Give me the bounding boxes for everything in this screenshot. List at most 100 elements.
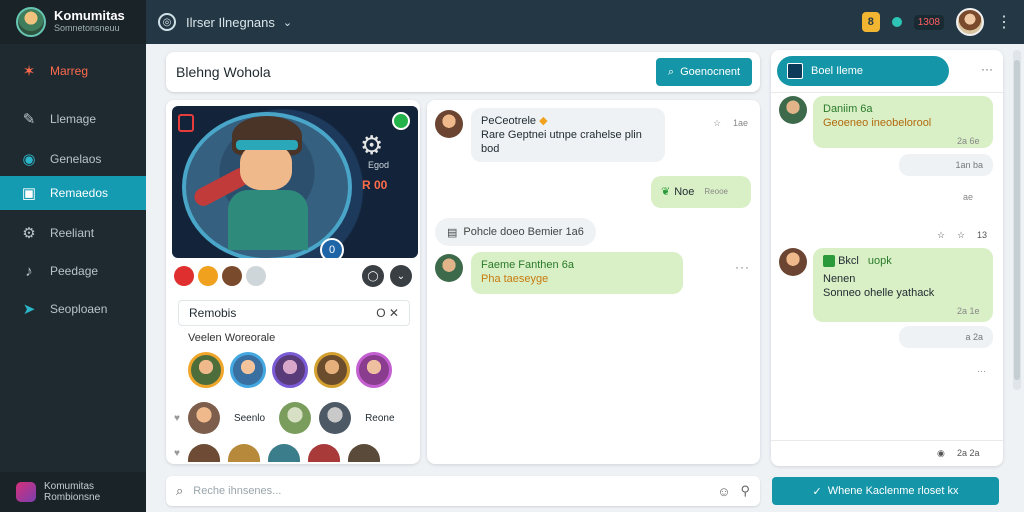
sidebar-item-llemage[interactable]: ✎ Llemage xyxy=(0,102,146,136)
dragon-icon: ✶ xyxy=(22,63,36,80)
more-vertical-icon[interactable]: ⋮ xyxy=(996,12,1012,32)
sidebar-footer[interactable]: Komumitas Rombionsne xyxy=(0,472,146,512)
document-icon: ▤ xyxy=(447,226,458,239)
message-text: Rare Geptnei utnpe crahelse plin bod xyxy=(481,129,642,155)
hero-stat: R 00 xyxy=(362,178,388,192)
online-status-icon xyxy=(392,112,410,130)
member-chip[interactable]: Seenlo xyxy=(227,408,272,428)
member-chip[interactable]: Reone xyxy=(359,408,401,428)
member-avatar[interactable] xyxy=(314,352,350,388)
notification-badge[interactable]: 8 xyxy=(861,12,880,32)
chevron-down-icon[interactable]: ⌄ xyxy=(283,16,292,29)
gear-icon[interactable]: ⚙ xyxy=(360,130,383,161)
fire-reaction-icon[interactable] xyxy=(174,266,194,286)
scrollbar-thumb[interactable] xyxy=(1014,60,1020,380)
member-avatar[interactable] xyxy=(347,444,380,462)
sidebar-item-marreg[interactable]: ✶ Marreg xyxy=(0,54,146,88)
send-icon: ➤ xyxy=(22,301,36,318)
heart-icon[interactable]: ♥ xyxy=(174,448,180,459)
message-text: Geoeneo ineobelorool xyxy=(823,117,932,129)
thread-message-self[interactable]: 1an ba xyxy=(899,154,993,176)
sidebar-item-genelaos[interactable]: ◉ Genelaos xyxy=(0,142,146,176)
more-horizontal-icon[interactable]: ··· xyxy=(981,62,993,76)
chat-message[interactable]: Faeme Fanthen 6a Pha taeseyge xyxy=(471,252,683,294)
message-input[interactable] xyxy=(193,485,708,497)
bell-icon: ♪ xyxy=(25,262,33,280)
hero-pin-badge[interactable]: 0 xyxy=(320,238,344,258)
star-reaction-icon[interactable] xyxy=(198,266,218,286)
star-icon[interactable]: ☆ xyxy=(937,230,945,241)
chat-message-self[interactable]: ❦ Noe Reooe xyxy=(651,176,751,208)
member-avatar[interactable] xyxy=(356,352,392,388)
avatar-reaction-icon[interactable] xyxy=(222,266,242,286)
brand-avatar xyxy=(16,7,46,37)
hero-body xyxy=(228,190,308,250)
member-avatar[interactable] xyxy=(227,444,260,462)
sidebar-item-reeliant[interactable]: ⚙ Reeliant xyxy=(0,216,146,250)
member-avatar[interactable] xyxy=(187,402,220,434)
message-tag: uopk xyxy=(867,255,892,267)
member-avatar[interactable] xyxy=(272,352,308,388)
avatar[interactable] xyxy=(435,254,463,282)
chat-bubble-icon[interactable]: ◯ xyxy=(362,265,384,287)
avatar[interactable] xyxy=(435,110,463,138)
send-button[interactable]: ✓ Whene Kaclenme rloset kx xyxy=(772,477,999,505)
send-button-label: Whene Kaclenme rloset kx xyxy=(827,485,959,497)
sidebar-item-peedage[interactable]: ♪ Peedage xyxy=(0,254,146,288)
sidebar-item-label: Llemage xyxy=(50,112,97,126)
message-count[interactable]: 1308 xyxy=(913,14,944,30)
star-icon[interactable]: ☆ xyxy=(957,230,965,241)
thread-panel: Boel Ileme ··· Daniim 6a Geoeneo ineobel… xyxy=(771,50,1003,466)
hero-banner[interactable]: ⚙ Egod R 00 0 xyxy=(172,106,418,258)
profile-card: ⚙ Egod R 00 0 ◯ ⌄ Remobis O ✕ Veelen Wor… xyxy=(166,100,420,464)
member-avatar[interactable] xyxy=(279,402,312,434)
member-avatar[interactable] xyxy=(319,402,352,434)
brand-subtitle: Somnetonsneuu xyxy=(54,23,120,33)
thread-tab-label: Boel Ileme xyxy=(811,65,863,77)
attach-icon[interactable]: ⚲ xyxy=(740,483,750,499)
avatar[interactable] xyxy=(779,96,807,124)
more-horizontal-icon[interactable]: ··· xyxy=(735,260,750,274)
bot-reaction-icon[interactable] xyxy=(246,266,266,286)
message-text: Pha taeseyge xyxy=(481,273,549,285)
member-avatar[interactable] xyxy=(307,444,340,462)
app-logo-icon: ◎ xyxy=(158,13,176,31)
search-close-icon[interactable]: O ✕ xyxy=(376,306,399,320)
member-avatar[interactable] xyxy=(267,444,300,462)
featured-members xyxy=(188,352,392,388)
message-meta: 2a 6e xyxy=(957,136,980,146)
star-icon[interactable]: ☆ xyxy=(713,118,721,129)
record-icon[interactable] xyxy=(178,114,194,132)
search-icon: ⌕ xyxy=(176,483,184,498)
status-dot-icon xyxy=(891,17,902,27)
thread-tab[interactable]: Boel Ileme xyxy=(777,56,949,86)
thread-icon xyxy=(787,63,803,79)
gear-icon: ⚙ xyxy=(22,225,36,242)
message-text: 1an ba xyxy=(955,160,983,170)
emoji-icon[interactable]: ☺ xyxy=(717,484,730,499)
thread-message-self[interactable]: a 2a xyxy=(899,326,993,348)
user-avatar[interactable] xyxy=(956,8,984,36)
page-header: Blehng Wohola ⌕ Goenocnent xyxy=(166,52,760,92)
sender-name: PeCeotrele xyxy=(481,115,537,127)
more-horizontal-icon[interactable]: ··· xyxy=(977,366,986,376)
message-line: Nenen xyxy=(823,273,856,285)
heart-icon[interactable]: ♥ xyxy=(174,413,180,424)
members-header[interactable]: Remobis O ✕ xyxy=(178,300,410,326)
sidebar-item-seoploaen[interactable]: ➤ Seoploaen xyxy=(0,292,146,326)
member-avatar[interactable] xyxy=(230,352,266,388)
member-avatar[interactable] xyxy=(188,352,224,388)
channel-title[interactable]: Ilrser Ilnegnans xyxy=(186,15,275,30)
sidebar-item-remaedos[interactable]: ▣ Remaedos xyxy=(0,176,146,210)
expand-icon[interactable]: ⌄ xyxy=(390,265,412,287)
eye-icon[interactable]: ◉ xyxy=(937,448,945,459)
member-avatar[interactable] xyxy=(187,444,220,462)
primary-action-button[interactable]: ⌕ Goenocnent xyxy=(655,58,752,86)
reaction-row: ◯ ⌄ xyxy=(174,264,412,288)
page-title: Blehng Wohola xyxy=(176,64,271,80)
chat-message[interactable]: PeCeotrele ◆ Rare Geptnei utnpe crahelse… xyxy=(471,108,665,162)
search-icon: ⌕ xyxy=(667,65,675,78)
brand[interactable]: Komumitas Somnetonsneuu xyxy=(0,0,146,44)
avatar[interactable] xyxy=(779,248,807,276)
chat-feed: PeCeotrele ◆ Rare Geptnei utnpe crahelse… xyxy=(427,100,760,464)
